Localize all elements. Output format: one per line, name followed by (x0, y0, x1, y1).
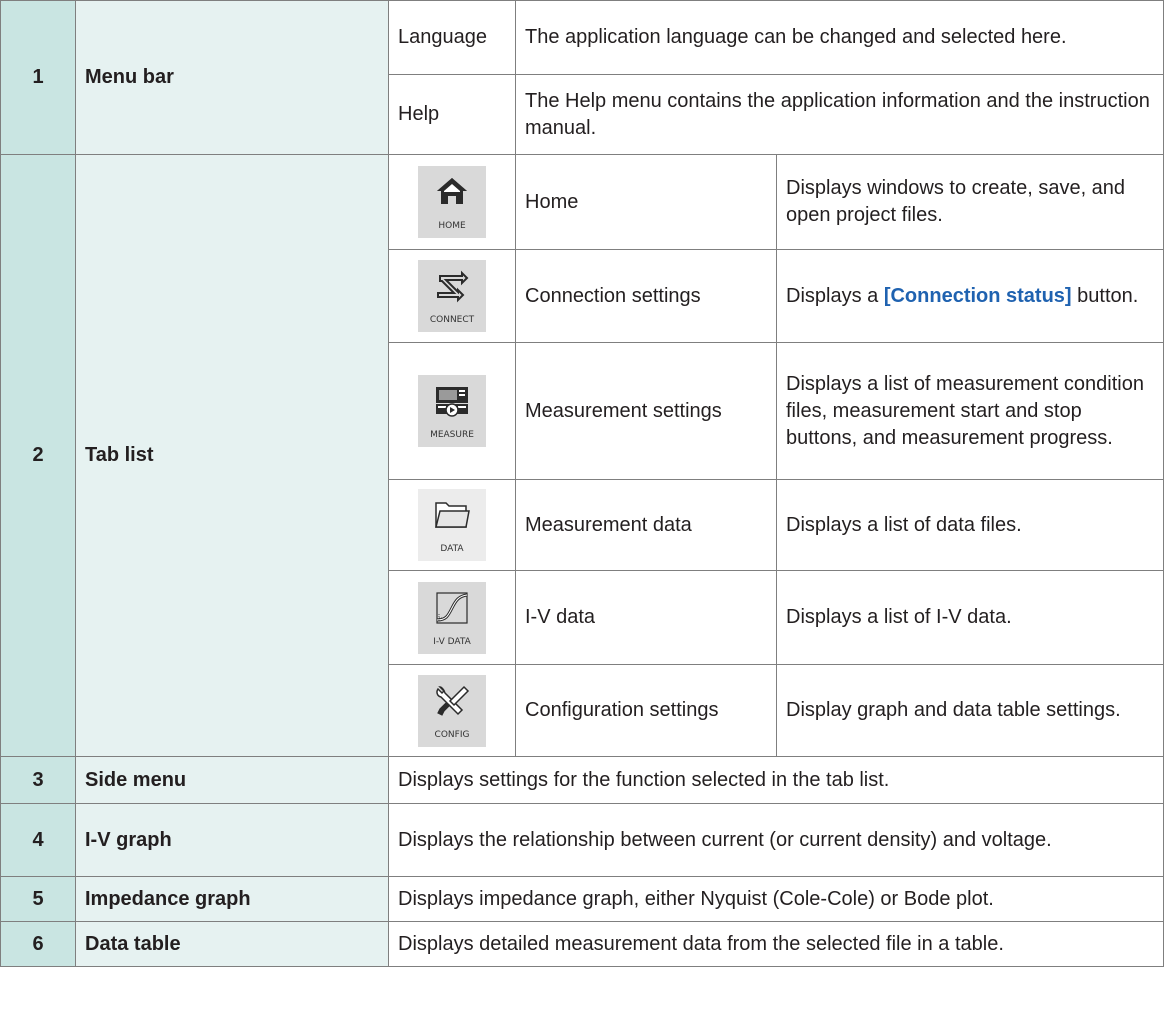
row-title: I-V graph (75, 803, 389, 877)
tab-icon-label: CONFIG (434, 729, 470, 740)
data-tab-button[interactable]: DATA (418, 489, 486, 561)
tab-icon-label: DATA (440, 544, 464, 554)
row-title: Menu bar (75, 0, 389, 155)
component-table: 1 Menu bar Language The application lang… (0, 0, 1164, 967)
table-row: 3 Side menu Displays settings for the fu… (0, 756, 1164, 804)
row-number: 1 (0, 0, 76, 155)
desc-text: Displays a (786, 284, 884, 307)
iv-data-tab-button[interactable]: I-V DATA (418, 581, 486, 654)
tab-name: I-V data (515, 570, 777, 665)
tab-icon-label: I-V DATA (433, 636, 471, 647)
desc-text: button. (1071, 284, 1139, 307)
tab-description: Displays a [Connection status] button. (776, 249, 1164, 343)
measure-tab-button[interactable]: MEASURE (418, 375, 486, 447)
tab-name: Measurement data (515, 479, 777, 571)
folder-icon (435, 502, 470, 528)
tab-icon-label: MEASURE (430, 430, 474, 440)
iv-curve-icon (436, 591, 468, 624)
row-title: Impedance graph (75, 876, 389, 922)
item-name: Language (388, 0, 516, 75)
row-description: Displays settings for the function selec… (388, 756, 1164, 804)
row-number: 2 (0, 154, 76, 757)
tab-description: Displays windows to create, save, and op… (776, 154, 1164, 250)
item-name: Help (388, 74, 516, 155)
row-number: 3 (0, 756, 76, 804)
table-row: 4 I-V graph Displays the relationship be… (0, 803, 1164, 877)
row-description: Displays detailed measurement data from … (388, 921, 1164, 967)
tab-name: Connection settings (515, 249, 777, 343)
tab-name: Measurement settings (515, 342, 777, 480)
table-row: 5 Impedance graph Displays impedance gra… (0, 876, 1164, 922)
row-number: 6 (0, 921, 76, 967)
measure-icon (436, 387, 468, 417)
table-row: 1 Menu bar Language The application lang… (0, 0, 1164, 155)
home-tab-button[interactable]: HOME (418, 166, 486, 238)
row-description: Displays impedance graph, either Nyquist… (388, 876, 1164, 922)
tab-description: Display graph and data table settings. (776, 664, 1164, 757)
connection-status-link[interactable]: [Connection status] (884, 285, 1072, 307)
tab-icon-label: HOME (438, 221, 466, 231)
tab-description: Displays a list of data files. (776, 479, 1164, 571)
row-title: Tab list (75, 154, 389, 757)
connect-tab-button[interactable]: CONNECT (418, 260, 486, 332)
row-title: Data table (75, 921, 389, 967)
row-number: 4 (0, 803, 76, 877)
config-tab-button[interactable]: CONFIG (418, 674, 486, 747)
tab-name: Configuration settings (515, 664, 777, 757)
home-icon (437, 178, 467, 204)
row-number: 5 (0, 876, 76, 922)
row-description: Displays the relationship between curren… (388, 803, 1164, 877)
tools-icon (436, 685, 470, 716)
tab-icon-label: CONNECT (429, 315, 475, 325)
item-description: The application language can be changed … (515, 0, 1164, 75)
table-row: 6 Data table Displays detailed measureme… (0, 921, 1164, 967)
tab-description: Displays a list of measurement condition… (776, 342, 1164, 480)
tab-name: Home (515, 154, 777, 250)
item-description: The Help menu contains the application i… (515, 74, 1164, 155)
connect-icon (437, 270, 469, 303)
row-title: Side menu (75, 756, 389, 804)
tab-description: Displays a list of I-V data. (776, 570, 1164, 665)
table-row: 2 Tab list HOME Home Displays windows to… (0, 154, 1164, 757)
